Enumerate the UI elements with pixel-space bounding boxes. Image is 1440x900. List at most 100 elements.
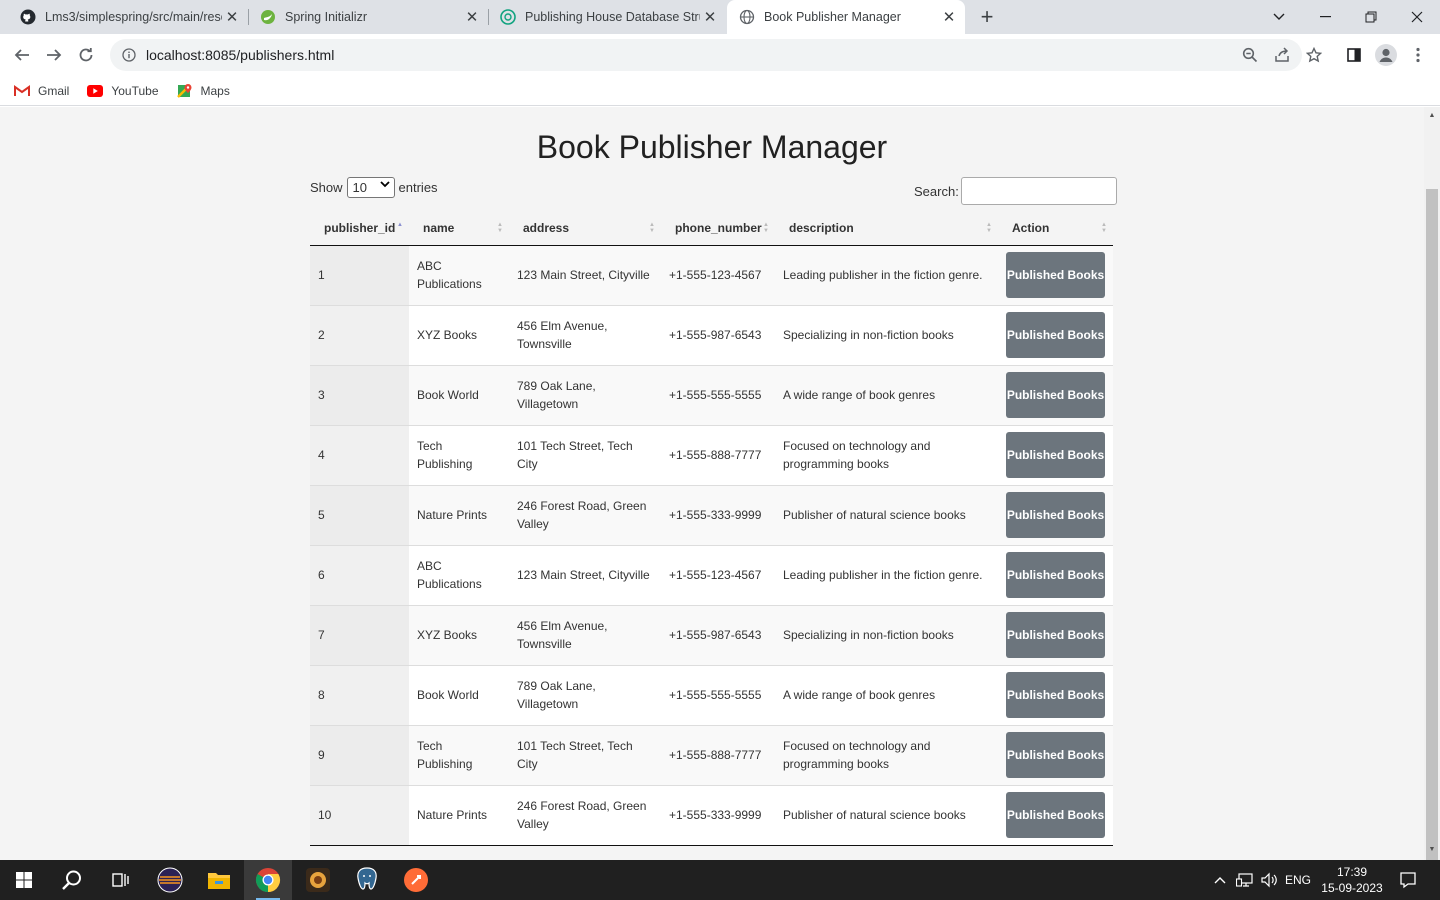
- page-scrollbar[interactable]: ▲ ▼: [1424, 107, 1440, 863]
- cell-publisher-id: 2: [310, 304, 409, 365]
- kebab-menu-icon[interactable]: [1404, 41, 1432, 69]
- cell-description: Specializing in non-fiction books: [775, 604, 998, 665]
- cell-phone-number: +1-555-555-5555: [661, 364, 775, 425]
- app-icon[interactable]: [294, 860, 342, 900]
- clock-date: 15-09-2023: [1321, 881, 1383, 895]
- published-books-button[interactable]: Published Books: [1006, 492, 1105, 538]
- profile-avatar-icon[interactable]: [1372, 41, 1400, 69]
- tab-search-icon[interactable]: [1256, 0, 1302, 34]
- published-books-button[interactable]: Published Books: [1006, 372, 1105, 418]
- file-explorer-icon[interactable]: [195, 860, 243, 900]
- chrome-icon[interactable]: [244, 860, 292, 900]
- table-row: 7 XYZ Books 456 Elm Avenue, Townsville +1-5…: [310, 604, 1113, 665]
- taskbar-clock[interactable]: 17:39 15-09-2023: [1314, 864, 1390, 896]
- published-books-button[interactable]: Published Books: [1006, 792, 1105, 838]
- cell-publisher-id: 7: [310, 604, 409, 665]
- cell-description: Publisher of natural science books: [775, 484, 998, 545]
- close-tab-icon[interactable]: ✕: [222, 7, 242, 27]
- cell-action: Published Books: [998, 604, 1113, 665]
- back-icon[interactable]: [8, 41, 36, 69]
- cell-description: A wide range of book genres: [775, 664, 998, 725]
- published-books-button[interactable]: Published Books: [1006, 552, 1105, 598]
- published-books-button[interactable]: Published Books: [1006, 732, 1105, 778]
- sort-icon: ▲ ▼: [497, 222, 503, 234]
- tab-book-publisher-manager[interactable]: Book Publisher Manager ✕: [727, 0, 965, 34]
- search-input[interactable]: [960, 177, 1117, 205]
- cell-description: Focused on technology and programming bo…: [775, 724, 998, 785]
- column-header-publisher-id[interactable]: publisher_id ▲: [310, 211, 409, 246]
- published-books-button[interactable]: Published Books: [1006, 612, 1105, 658]
- page-viewport: Book Publisher Manager Show 10 entries S…: [0, 107, 1424, 860]
- scroll-down-icon[interactable]: ▼: [1428, 846, 1436, 853]
- network-icon[interactable]: [1234, 860, 1256, 900]
- cell-name: ABC Publications: [409, 544, 509, 605]
- tab-title: Lms3/simplespring/src/main/reso: [45, 10, 222, 24]
- postman-icon[interactable]: [392, 860, 440, 900]
- tab-github[interactable]: Lms3/simplespring/src/main/reso ✕: [8, 0, 248, 34]
- new-tab-icon[interactable]: +: [975, 4, 999, 29]
- cell-name: Nature Prints: [409, 784, 509, 845]
- tab-chatgpt[interactable]: Publishing House Database Struc ✕: [488, 0, 726, 34]
- reload-icon[interactable]: [72, 41, 100, 69]
- info-icon[interactable]: [122, 48, 136, 62]
- eclipse-icon[interactable]: [146, 860, 194, 900]
- zoom-icon[interactable]: [1236, 41, 1264, 69]
- cell-address: 456 Elm Avenue, Townsville: [509, 604, 661, 665]
- close-tab-icon[interactable]: ✕: [700, 7, 720, 27]
- cell-phone-number: +1-555-987-6543: [661, 304, 775, 365]
- cell-publisher-id: 8: [310, 664, 409, 725]
- table-body: 1 ABC Publications 123 Main Street, Cityvi…: [310, 245, 1113, 845]
- url-text: localhost:8085/publishers.html: [146, 47, 335, 63]
- tab-title: Publishing House Database Struc: [525, 10, 700, 24]
- bookmark-star-icon[interactable]: [1300, 41, 1328, 69]
- address-bar[interactable]: localhost:8085/publishers.html: [110, 39, 1302, 71]
- task-view-icon[interactable]: [96, 860, 144, 900]
- column-header-address[interactable]: address ▲ ▼: [509, 211, 661, 246]
- close-window-icon[interactable]: [1394, 0, 1440, 34]
- bookmark-maps[interactable]: Maps: [176, 83, 230, 99]
- windows-start-icon[interactable]: [0, 860, 48, 900]
- bookmarks-bar: Gmail YouTube Maps: [0, 76, 1440, 106]
- bookmark-youtube[interactable]: YouTube: [87, 83, 159, 99]
- postgresql-icon[interactable]: [343, 860, 391, 900]
- forward-icon[interactable]: [40, 41, 68, 69]
- chevron-down-icon: [379, 179, 390, 191]
- sort-icon: ▲ ▼: [1101, 222, 1107, 234]
- close-tab-icon[interactable]: ✕: [462, 7, 482, 27]
- cell-publisher-id: 10: [310, 784, 409, 845]
- entries-label: entries: [398, 180, 438, 195]
- published-books-button[interactable]: Published Books: [1006, 252, 1105, 298]
- notifications-icon[interactable]: [1394, 860, 1422, 900]
- bookmark-gmail[interactable]: Gmail: [14, 83, 69, 99]
- scrollbar-thumb[interactable]: [1426, 189, 1438, 863]
- cell-action: Published Books: [998, 544, 1113, 605]
- cell-action: Published Books: [998, 484, 1113, 545]
- language-indicator[interactable]: ENG: [1282, 860, 1314, 900]
- maps-icon: [176, 83, 193, 99]
- restore-icon[interactable]: [1348, 0, 1394, 34]
- column-header-action[interactable]: Action ▲ ▼: [998, 211, 1113, 246]
- minimize-icon[interactable]: [1302, 0, 1348, 34]
- published-books-button[interactable]: Published Books: [1006, 672, 1105, 718]
- cell-address: 789 Oak Lane, Villagetown: [509, 364, 661, 425]
- side-panel-icon[interactable]: [1340, 41, 1368, 69]
- volume-icon[interactable]: [1258, 860, 1280, 900]
- scroll-up-icon[interactable]: ▲: [1428, 112, 1436, 119]
- show-hidden-icons-icon[interactable]: [1210, 860, 1230, 900]
- tab-spring-initializr[interactable]: Spring Initializr ✕: [248, 0, 488, 34]
- share-icon[interactable]: [1268, 41, 1296, 69]
- cell-description: Publisher of natural science books: [775, 784, 998, 845]
- column-header-phone-number[interactable]: phone_number ▲ ▼: [661, 211, 775, 246]
- published-books-button[interactable]: Published Books: [1006, 432, 1105, 478]
- tab-title: Spring Initializr: [285, 10, 367, 24]
- cell-address: 246 Forest Road, Green Valley: [509, 784, 661, 845]
- column-header-description[interactable]: description ▲ ▼: [775, 211, 998, 246]
- cell-phone-number: +1-555-123-4567: [661, 544, 775, 605]
- search-icon[interactable]: [48, 860, 96, 900]
- table-row: 5 Nature Prints 246 Forest Road, Green Val…: [310, 484, 1113, 545]
- close-tab-icon[interactable]: ✕: [939, 7, 959, 27]
- browser-toolbar: localhost:8085/publishers.html: [0, 34, 1440, 76]
- entries-select[interactable]: 10: [346, 177, 395, 198]
- published-books-button[interactable]: Published Books: [1006, 312, 1105, 358]
- column-header-name[interactable]: name ▲ ▼: [409, 211, 509, 246]
